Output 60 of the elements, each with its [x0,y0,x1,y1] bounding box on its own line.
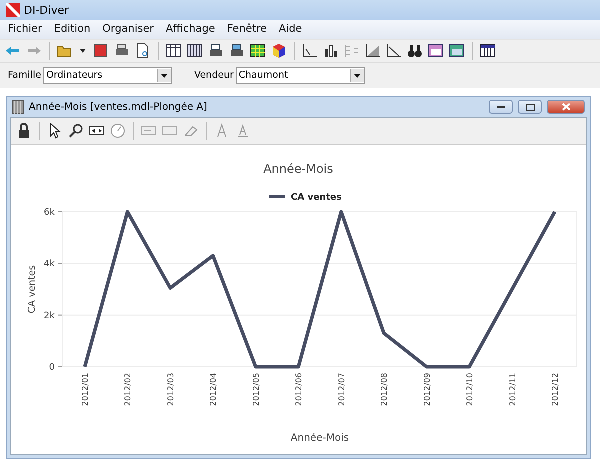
window-icon[interactable] [428,42,444,59]
x-tick-label: 2012/12 [551,373,560,406]
window-icon[interactable] [449,42,465,59]
cube-icon[interactable] [271,42,287,59]
x-tick-label: 2012/07 [337,373,346,406]
minimize-button[interactable] [489,100,513,114]
x-tick-label: 2012/11 [508,373,518,406]
x-tick-label: 2012/05 [252,373,261,406]
legend-item: CA ventes [269,193,342,203]
menu-item[interactable]: Fenêtre [227,23,268,36]
gauge-icon[interactable] [110,123,126,139]
y-tick-label: 6k [44,208,55,218]
chart-axes-icon[interactable] [302,42,318,59]
document-title: Année-Mois [ventes.mdl-Plongée A] [29,102,208,112]
chart-line-icon[interactable] [386,42,402,59]
filter-dropdown[interactable]: Chaumont [236,67,365,84]
y-tick-label: 4k [44,260,55,270]
x-tick-label: 2012/02 [124,373,133,406]
printer-table-icon[interactable] [229,42,245,59]
menu-item[interactable]: Organiser [102,23,154,36]
chart-title: Année-Mois [264,162,334,176]
menu-item[interactable]: Affichage [166,23,216,36]
x-tick-label: 2012/01 [81,373,90,406]
window-title: DI-Diver [24,4,70,17]
close-icon [562,103,570,111]
restore-icon [526,104,534,110]
filter-label: Vendeur [194,70,234,81]
menu-item[interactable]: Fichier [8,23,42,36]
minimize-icon [497,106,505,108]
caret-icon [354,74,361,78]
legend-label: CA ventes [291,193,342,203]
columns-icon[interactable] [480,42,496,59]
table-icon[interactable] [187,42,203,59]
caret-icon [161,74,168,78]
y-tick-label: 0 [49,363,55,373]
magnifier-icon[interactable] [68,123,84,139]
filter-dropdown[interactable]: Ordinateurs [43,67,172,84]
x-tick-label: 2012/04 [209,373,218,406]
app-logo-icon [6,3,20,18]
menu-item[interactable]: Aide [279,23,302,36]
lock-icon[interactable] [16,123,32,139]
menu-item[interactable]: Edition [54,23,91,36]
maximize-button[interactable] [518,100,542,114]
close-button[interactable] [547,100,585,114]
square-icon[interactable] [93,42,109,59]
grid-icon[interactable] [250,42,266,59]
y-tick-label: 2k [44,311,55,322]
x-tick-label: 2012/03 [166,373,176,406]
x-tick-label: 2012/10 [466,373,475,406]
chart-area-icon[interactable] [365,42,381,59]
x-tick-label: 2012/08 [380,373,390,406]
binoculars-icon[interactable] [407,42,423,59]
x-tick-label: 2012/06 [294,373,304,406]
filter-label: Famille [8,70,42,81]
x-tick-label: 2012/09 [422,373,432,406]
y-axis-title: CA ventes [27,265,38,314]
x-axis-title: Année-Mois [290,433,350,444]
printer-table-icon[interactable] [208,42,224,59]
chart-bars-icon[interactable] [323,42,339,59]
table-icon[interactable] [166,42,182,59]
